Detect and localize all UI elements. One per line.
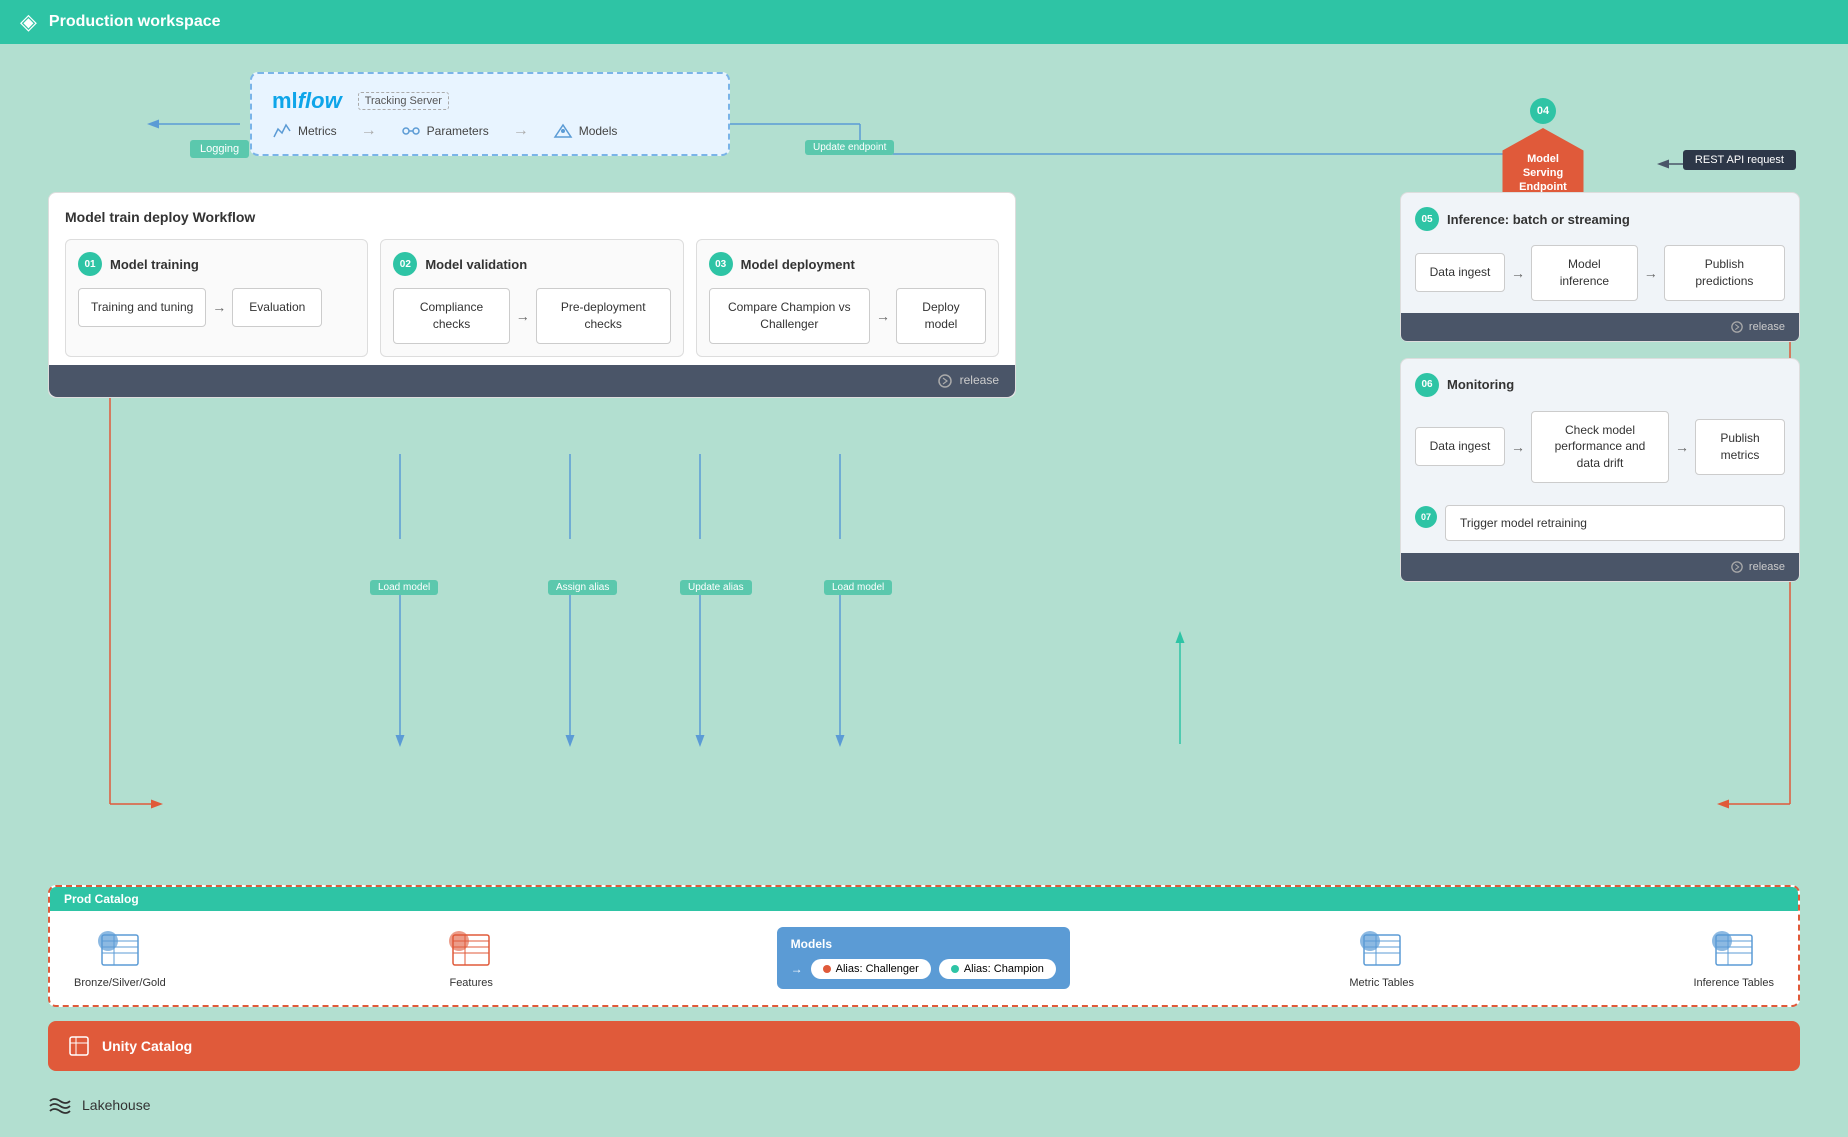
- catalog-label-bronze: Bronze/Silver/Gold: [74, 977, 166, 989]
- catalog-label-features: Features: [449, 977, 492, 989]
- alias-challenger: Alias: Challenger: [811, 959, 931, 979]
- unity-catalog-label: Unity Catalog: [102, 1038, 192, 1054]
- catalog-label-inference-tables: Inference Tables: [1693, 977, 1774, 989]
- lakehouse: Lakehouse: [48, 1095, 151, 1115]
- workflow-title: Model train deploy Workflow: [65, 209, 999, 225]
- step-predeployment-checks: Pre-deployment checks: [536, 288, 671, 344]
- step-compare-champion: Compare Champion vs Challenger: [709, 288, 870, 344]
- update-endpoint-label: Update endpoint: [805, 140, 894, 155]
- catalog-bronze-silver-gold: Bronze/Silver/Gold: [74, 927, 166, 989]
- prod-catalog-header: Prod Catalog: [50, 887, 1798, 911]
- inference-steps: Data ingest → Model inference → Publish …: [1415, 245, 1785, 301]
- step-02-circle: 02: [393, 252, 417, 276]
- catalog-label-metric-tables: Metric Tables: [1349, 977, 1414, 989]
- monitoring-release-bar: release: [1401, 553, 1799, 581]
- arrow-02: →: [516, 308, 530, 324]
- alias-arrow: →: [791, 962, 803, 976]
- step-publish-predictions: Publish predictions: [1664, 245, 1785, 301]
- workspace-title: Production workspace: [49, 13, 221, 31]
- stage-03-title: Model deployment: [741, 257, 855, 272]
- step-evaluation: Evaluation: [232, 288, 322, 327]
- monitoring-box: 06 Monitoring Data ingest → Check model …: [1400, 358, 1800, 582]
- update-alias-label: Update alias: [680, 580, 752, 595]
- inference-title: Inference: batch or streaming: [1447, 212, 1630, 227]
- models-title: Models: [791, 937, 1056, 951]
- monitoring-steps: Data ingest → Check model performance an…: [1415, 411, 1785, 483]
- lakehouse-icon: [48, 1095, 72, 1115]
- trigger-row: 07 Trigger model retraining: [1415, 493, 1785, 541]
- model-serving-text: ModelServingEndpoint: [1519, 152, 1567, 195]
- trigger-model-retraining: Trigger model retraining: [1445, 505, 1785, 541]
- main-content: mlflow Tracking Server Metrics → Paramet…: [0, 44, 1848, 1137]
- step-publish-metrics: Publish metrics: [1695, 419, 1785, 475]
- step-model-inference: Model inference: [1531, 245, 1638, 301]
- step-training-tuning: Training and tuning: [78, 288, 206, 327]
- inference-release-bar: release: [1401, 313, 1799, 341]
- step-data-ingest-inf: Data ingest: [1415, 253, 1505, 292]
- arrow-inf-1: →: [1511, 265, 1525, 281]
- tracking-server-label: Tracking Server: [358, 92, 449, 110]
- mlflow-parameters: Parameters: [401, 123, 489, 139]
- arrow-mon-1: →: [1511, 439, 1525, 455]
- right-panel: 05 Inference: batch or streaming Data in…: [1400, 192, 1800, 582]
- unity-catalog: Unity Catalog: [48, 1021, 1800, 1071]
- arrow-03: →: [876, 308, 890, 324]
- step-07-circle: 07: [1415, 506, 1437, 528]
- load-model-right-label: Load model: [824, 580, 892, 595]
- catalog-features: Features: [445, 927, 497, 989]
- lakehouse-label: Lakehouse: [82, 1097, 151, 1113]
- step-05-circle: 05: [1415, 207, 1439, 231]
- models-box: Models → Alias: Challenger Alias: Champi…: [777, 927, 1070, 989]
- mlflow-items: Metrics → Parameters → Models: [272, 122, 708, 140]
- monitoring-release-label: release: [1731, 561, 1785, 573]
- step-data-ingest-mon: Data ingest: [1415, 427, 1505, 466]
- rest-api-box: REST API request: [1683, 150, 1796, 170]
- workflow-release-label: release: [938, 373, 999, 388]
- arrow-inf-2: →: [1644, 265, 1658, 281]
- workflow-stages: 01 Model training Training and tuning → …: [65, 239, 999, 357]
- stage-02-title: Model validation: [425, 257, 527, 272]
- arrow-01: →: [212, 299, 226, 315]
- step-compliance-checks: Compliance checks: [393, 288, 509, 344]
- logging-label: Logging: [190, 140, 249, 158]
- prod-catalog: Prod Catalog Bronze/Silver/Gold: [48, 885, 1800, 1007]
- mlflow-logo: mlflow: [272, 88, 342, 114]
- prod-catalog-body: Bronze/Silver/Gold Features Models →: [50, 911, 1798, 1005]
- step-06-circle: 06: [1415, 373, 1439, 397]
- step-01-circle: 01: [78, 252, 102, 276]
- monitoring-title: Monitoring: [1447, 377, 1514, 392]
- assign-alias-label: Assign alias: [548, 580, 617, 595]
- step-04-circle: 04: [1530, 98, 1556, 124]
- workflow-release-bar: release: [49, 365, 1015, 397]
- catalog-inference-tables: Inference Tables: [1693, 927, 1774, 989]
- inference-box: 05 Inference: batch or streaming Data in…: [1400, 192, 1800, 342]
- step-03-circle: 03: [709, 252, 733, 276]
- alias-champion: Alias: Champion: [939, 959, 1056, 979]
- load-model-left-label: Load model: [370, 580, 438, 595]
- champion-dot: [951, 965, 959, 973]
- step-check-model-perf: Check model performance and data drift: [1531, 411, 1669, 483]
- catalog-metric-tables: Metric Tables: [1349, 927, 1414, 989]
- unity-catalog-icon: [68, 1035, 90, 1057]
- mlflow-box: mlflow Tracking Server Metrics → Paramet…: [250, 72, 730, 156]
- model-aliases: → Alias: Challenger Alias: Champion: [791, 959, 1056, 979]
- step-deploy-model: Deploy model: [896, 288, 986, 344]
- stage-model-training: 01 Model training Training and tuning → …: [65, 239, 368, 357]
- stage-model-deployment: 03 Model deployment Compare Champion vs …: [696, 239, 999, 357]
- workflow-box: Model train deploy Workflow 01 Model tra…: [48, 192, 1016, 398]
- challenger-dot: [823, 965, 831, 973]
- mlflow-models: Models: [553, 123, 618, 139]
- stage-model-validation: 02 Model validation Compliance checks → …: [380, 239, 683, 357]
- arrow-mon-2: →: [1675, 439, 1689, 455]
- top-bar: ◈ Production workspace: [0, 0, 1848, 44]
- mlflow-metrics: Metrics: [272, 123, 337, 139]
- inference-release-label: release: [1731, 321, 1785, 333]
- workspace-icon: ◈: [20, 9, 37, 35]
- stage-01-title: Model training: [110, 257, 199, 272]
